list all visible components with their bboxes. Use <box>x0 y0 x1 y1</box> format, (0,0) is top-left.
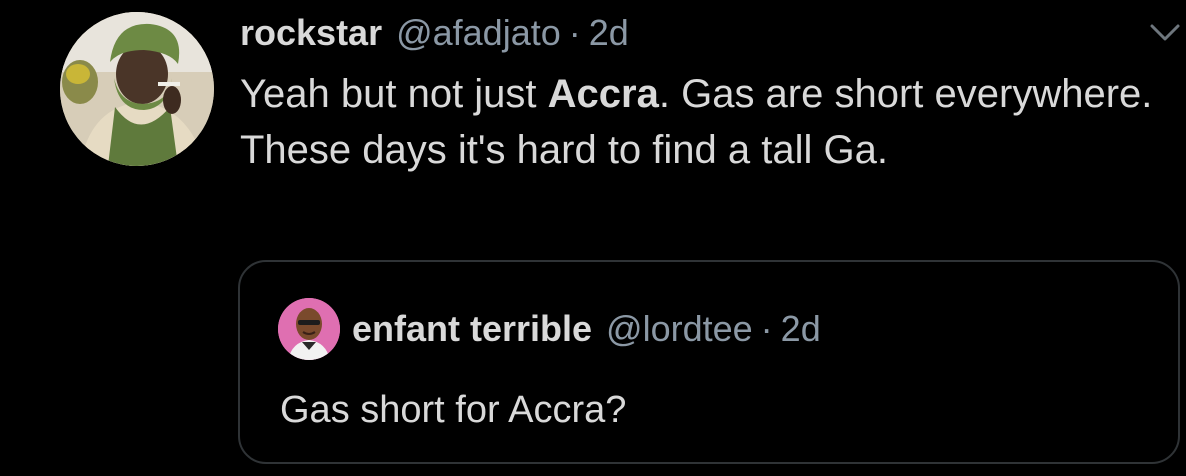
timestamp[interactable]: 2d <box>589 12 629 54</box>
avatar-image <box>60 12 214 166</box>
quoted-display-name[interactable]: enfant terrible <box>352 308 592 350</box>
quoted-avatar-image <box>278 298 340 360</box>
quoted-tweet-text: Gas short for Accra? <box>280 389 627 431</box>
tweet-text-bold: Accra <box>547 72 659 116</box>
display-name[interactable]: rockstar <box>240 12 382 54</box>
tweet-header: rockstar @afadjato · 2d <box>240 8 629 58</box>
quoted-timestamp[interactable]: 2d <box>781 308 821 350</box>
tweet-text: Yeah but not just Accra. Gas are short e… <box>240 66 1180 178</box>
user-handle[interactable]: @afadjato <box>396 12 561 54</box>
chevron-down-icon[interactable] <box>1148 18 1182 46</box>
tweet-text-part1: Yeah but not just <box>240 72 548 116</box>
tweet[interactable]: rockstar @afadjato · 2d Yeah but not jus… <box>0 0 1186 476</box>
quoted-tweet[interactable]: enfant terrible @lordtee · 2d Gas short … <box>238 260 1180 464</box>
quoted-tweet-header: enfant terrible @lordtee · 2d <box>352 304 821 354</box>
separator: · <box>568 12 581 53</box>
user-avatar[interactable] <box>60 12 214 166</box>
quoted-user-handle[interactable]: @lordtee <box>606 308 753 350</box>
quoted-separator: · <box>760 308 773 349</box>
quoted-user-avatar[interactable] <box>278 298 340 360</box>
